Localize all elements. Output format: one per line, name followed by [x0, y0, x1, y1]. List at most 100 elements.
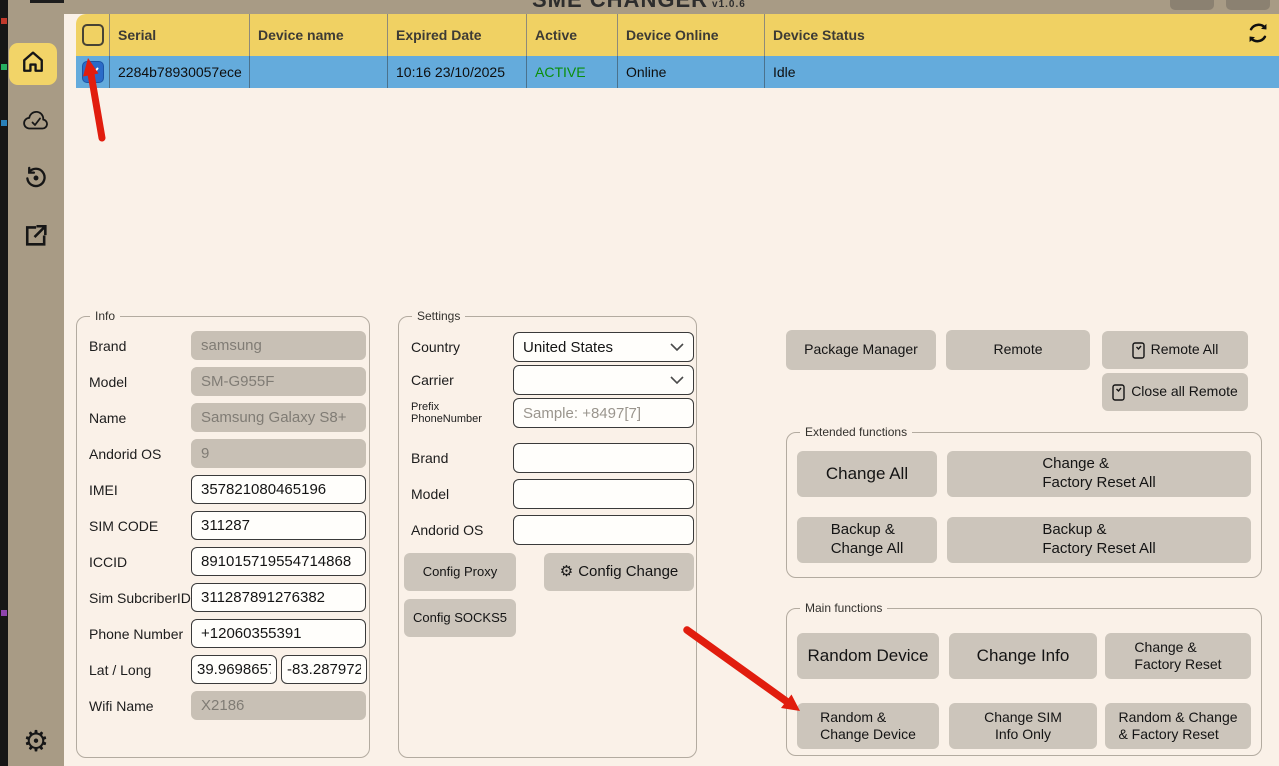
- refresh-button[interactable]: [1244, 21, 1272, 49]
- package-manager-button[interactable]: Package Manager: [786, 330, 936, 370]
- remote-all-button[interactable]: Remote All: [1102, 331, 1248, 369]
- row-select-cell: [76, 56, 110, 88]
- column-device-status[interactable]: Device Status: [765, 14, 1279, 56]
- android-os-label: Andorid OS: [89, 446, 191, 462]
- settings-brand-field[interactable]: [513, 443, 694, 473]
- cell-serial: 2284b78930057ece: [110, 56, 250, 88]
- random-change-device-button[interactable]: Random & Change Device: [797, 703, 939, 749]
- phone-number-field[interactable]: [191, 619, 366, 648]
- check-icon: [84, 64, 101, 81]
- sidebar-item-home[interactable]: [9, 43, 57, 85]
- titlebar: SME CHANGERv1.0.6: [64, 0, 1279, 14]
- cloud-check-icon: [21, 108, 51, 139]
- sidebar: ⚙: [8, 0, 64, 766]
- settings-model-label: Model: [411, 486, 513, 502]
- brand-label: Brand: [89, 338, 191, 354]
- edge-pixel: [1, 610, 7, 616]
- iccid-field[interactable]: [191, 547, 366, 576]
- main-functions-legend: Main functions: [800, 601, 887, 615]
- column-device-name[interactable]: Device name: [250, 14, 388, 56]
- remote-button[interactable]: Remote: [946, 330, 1090, 370]
- country-dropdown[interactable]: United States: [513, 332, 694, 362]
- prefix-phone-field[interactable]: [513, 398, 694, 428]
- select-all-cell: [76, 14, 110, 56]
- settings-panel: Settings Country United States Carrier P…: [398, 316, 697, 758]
- phone-number-label: Phone Number: [89, 626, 191, 642]
- name-field: [191, 403, 366, 432]
- latitude-field[interactable]: [191, 655, 277, 684]
- sim-subscriber-id-field[interactable]: [191, 583, 366, 612]
- app-window: ⚙ SME CHANGERv1.0.6 Serial Device name E…: [0, 0, 1279, 766]
- device-table-header: Serial Device name Expired Date Active D…: [76, 14, 1279, 56]
- carrier-dropdown[interactable]: [513, 365, 694, 395]
- change-factory-reset-all-button[interactable]: Change & Factory Reset All: [947, 451, 1251, 497]
- app-title: SME CHANGERv1.0.6: [532, 0, 746, 13]
- model-label: Model: [89, 374, 191, 390]
- column-serial[interactable]: Serial: [110, 14, 250, 56]
- table-row[interactable]: 2284b78930057ece 10:16 23/10/2025 ACTIVE…: [76, 56, 1279, 88]
- app-version: v1.0.6: [712, 0, 746, 10]
- country-label: Country: [411, 339, 513, 355]
- model-field: [191, 367, 366, 396]
- change-info-button[interactable]: Change Info: [949, 633, 1097, 679]
- edge-pixel: [1, 120, 7, 126]
- sidebar-item-history[interactable]: [21, 165, 51, 195]
- config-proxy-button[interactable]: Config Proxy: [404, 553, 516, 591]
- config-socks5-button[interactable]: Config SOCKS5: [404, 599, 516, 637]
- main-functions-panel: Main functions Random Device Change Info…: [786, 608, 1262, 756]
- info-panel: Info Brand Model Name Andorid OS IMEI SI…: [76, 316, 370, 758]
- sim-subscriber-id-label: Sim SubcriberID: [89, 590, 191, 606]
- edge-pixel: [1, 18, 7, 24]
- random-change-factory-reset-button[interactable]: Random & Change & Factory Reset: [1105, 703, 1251, 749]
- prefix-phone-label: Prefix PhoneNumber: [411, 401, 513, 425]
- column-active[interactable]: Active: [527, 14, 618, 56]
- settings-model-field[interactable]: [513, 479, 694, 509]
- gear-icon: ⚙: [23, 728, 49, 757]
- phone-check-icon: [1112, 384, 1125, 401]
- name-label: Name: [89, 410, 191, 426]
- edge-pixel: [1, 64, 7, 70]
- column-expired-date[interactable]: Expired Date: [388, 14, 527, 56]
- edge-strip: [0, 0, 8, 766]
- sidebar-item-settings[interactable]: ⚙: [21, 727, 51, 757]
- change-all-button[interactable]: Change All: [797, 451, 937, 497]
- settings-android-os-field[interactable]: [513, 515, 694, 545]
- country-value: United States: [523, 339, 613, 356]
- select-all-checkbox[interactable]: [82, 24, 104, 46]
- settings-android-os-label: Andorid OS: [411, 522, 513, 538]
- titlebar-stub-button-2[interactable]: [1226, 0, 1270, 10]
- android-os-field: [191, 439, 366, 468]
- longitude-field[interactable]: [281, 655, 367, 684]
- refresh-icon: [1245, 20, 1271, 51]
- chevron-down-icon: [670, 376, 684, 384]
- change-factory-reset-button[interactable]: Change & Factory Reset: [1105, 633, 1251, 679]
- gear-icon: ⚙: [560, 563, 573, 582]
- titlebar-stub-button-1[interactable]: [1170, 0, 1214, 10]
- device-table: Serial Device name Expired Date Active D…: [76, 14, 1279, 88]
- config-change-button[interactable]: ⚙Config Change: [544, 553, 694, 591]
- chevron-down-icon: [670, 343, 684, 351]
- sidebar-item-open-external[interactable]: [21, 222, 51, 252]
- info-legend: Info: [90, 309, 120, 323]
- open-external-icon: [22, 221, 50, 254]
- backup-factory-reset-all-button[interactable]: Backup & Factory Reset All: [947, 517, 1251, 563]
- cell-expired-date: 10:16 23/10/2025: [388, 56, 527, 88]
- hamburger-icon[interactable]: [30, 0, 66, 3]
- wifi-name-field: [191, 691, 366, 720]
- sim-code-label: SIM CODE: [89, 518, 191, 534]
- backup-change-all-button[interactable]: Backup & Change All: [797, 517, 937, 563]
- settings-brand-label: Brand: [411, 450, 513, 466]
- random-device-button[interactable]: Random Device: [797, 633, 939, 679]
- lat-long-label: Lat / Long: [89, 662, 191, 678]
- sidebar-item-cloud-sync[interactable]: [21, 108, 51, 138]
- column-device-online[interactable]: Device Online: [618, 14, 765, 56]
- cell-device-online: Online: [618, 56, 765, 88]
- wifi-name-label: Wifi Name: [89, 698, 191, 714]
- close-all-remote-button[interactable]: Close all Remote: [1102, 373, 1248, 411]
- imei-field[interactable]: [191, 475, 366, 504]
- change-sim-info-only-button[interactable]: Change SIM Info Only: [949, 703, 1097, 749]
- sim-code-field[interactable]: [191, 511, 366, 540]
- row-checkbox[interactable]: [82, 61, 104, 83]
- history-icon: [22, 164, 50, 197]
- extended-functions-legend: Extended functions: [800, 425, 912, 439]
